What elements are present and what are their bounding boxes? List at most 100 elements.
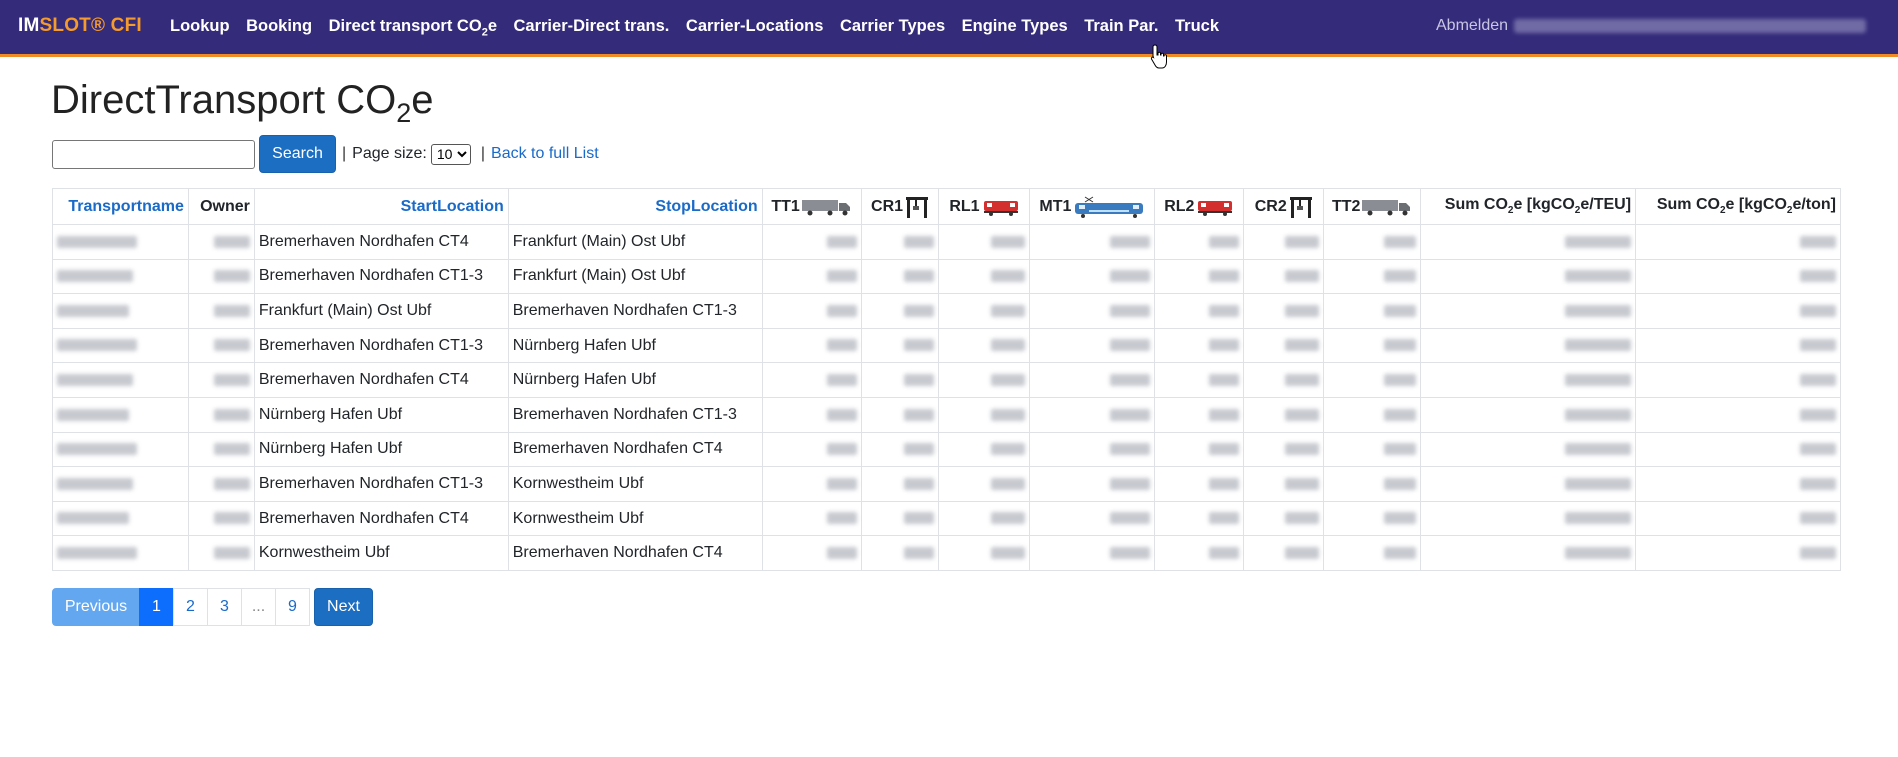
cell-rl2 — [1154, 293, 1245, 329]
cell-stop-location: Frankfurt (Main) Ost Ubf — [507, 224, 763, 260]
cell-sum-teu — [1420, 431, 1637, 468]
user-account-redacted[interactable] — [1514, 19, 1866, 33]
cell-owner — [187, 224, 255, 260]
redacted-value — [826, 373, 857, 386]
table-row[interactable]: Nürnberg Hafen Ubf Bremerhaven Nordhafen … — [52, 396, 1841, 433]
cell-transportname — [52, 293, 189, 329]
col-cr2: CR2 — [1243, 188, 1325, 225]
table-row[interactable]: Bremerhaven Nordhafen CT4 Nürnberg Hafen … — [52, 362, 1841, 398]
redacted-value — [213, 304, 250, 317]
table-row[interactable]: Kornwestheim Ubf Bremerhaven Nordhafen CT… — [52, 535, 1841, 571]
cell-rl1 — [938, 224, 1031, 260]
cell-cr2 — [1243, 500, 1325, 537]
page-3-button[interactable]: 3 — [207, 588, 242, 626]
cell-stop-location: Nürnberg Hafen Ubf — [507, 327, 763, 364]
redacted-value — [1565, 339, 1632, 352]
table-row[interactable]: Bremerhaven Nordhafen CT1-3 Nürnberg Hafe… — [52, 327, 1841, 364]
col-stop-location[interactable]: StopLocation — [507, 188, 763, 225]
nav-engine-types[interactable]: Engine Types — [962, 17, 1068, 38]
col-cr2-label: CR2 — [1254, 197, 1287, 215]
nav-direct-transport-co2e[interactable]: Direct transport CO2e — [329, 17, 497, 38]
search-button[interactable]: Search — [259, 135, 336, 173]
col-transportname[interactable]: Transportname — [52, 188, 189, 225]
cell-sum-teu — [1420, 535, 1637, 571]
col-start-location[interactable]: StartLocation — [253, 188, 509, 225]
logout-link[interactable]: Abmelden — [1436, 17, 1508, 35]
cell-rl2 — [1154, 327, 1245, 364]
cell-cr1 — [860, 258, 940, 295]
page-2-button[interactable]: 2 — [173, 588, 208, 626]
search-input[interactable] — [52, 139, 255, 169]
cell-rl2 — [1154, 224, 1245, 260]
redacted-value — [1209, 443, 1240, 456]
table-row[interactable]: Bremerhaven Nordhafen CT4 Frankfurt (Main… — [52, 224, 1841, 260]
nav-carrier-locations[interactable]: Carrier-Locations — [686, 17, 824, 38]
redacted-value — [904, 443, 935, 456]
col-tt2-label: TT2 — [1331, 197, 1361, 215]
redacted-value — [904, 477, 935, 490]
redacted-value — [1285, 512, 1320, 525]
cell-cr1 — [860, 431, 940, 468]
co2-transport-table: Transportname Owner StartLocation StopLo… — [52, 188, 1841, 571]
cell-tt2 — [1323, 293, 1422, 329]
cell-owner — [187, 466, 255, 502]
redacted-value — [1565, 373, 1632, 386]
page-title-sub: 2 — [396, 98, 412, 128]
cell-owner — [187, 327, 255, 364]
cell-mt1 — [1029, 362, 1156, 398]
nav-booking[interactable]: Booking — [246, 17, 312, 38]
redacted-value — [1565, 512, 1632, 525]
redacted-value — [826, 304, 857, 317]
page-size-select[interactable]: 10 — [430, 143, 471, 165]
redacted-value — [826, 408, 857, 421]
redacted-value — [1565, 304, 1632, 317]
nav-lookup[interactable]: Lookup — [170, 17, 230, 38]
back-to-full-list-link[interactable]: Back to full List — [491, 145, 599, 163]
cell-rl1 — [938, 293, 1031, 329]
locomotive-icon — [983, 200, 1018, 216]
cell-stop-location: Kornwestheim Ubf — [507, 500, 763, 537]
brand-logo[interactable]: IMSLOT® CFI — [18, 15, 142, 37]
nav-train-par[interactable]: Train Par. — [1084, 17, 1158, 38]
redacted-value — [1209, 477, 1240, 490]
cell-tt2 — [1323, 258, 1422, 295]
nav-menu: Lookup Booking Direct transport CO2e Car… — [170, 17, 1236, 38]
redacted-value — [57, 512, 129, 525]
table-row[interactable]: Bremerhaven Nordhafen CT4 Kornwestheim Ub… — [52, 500, 1841, 537]
cell-rl1 — [938, 327, 1031, 364]
brand-suffix: SLOT® CFI — [39, 15, 142, 36]
previous-page-button[interactable]: Previous — [52, 588, 140, 626]
nav-direct-transport-label: Direct transport CO — [328, 17, 482, 35]
col-tt1-label: TT1 — [771, 197, 800, 215]
redacted-value — [991, 477, 1026, 490]
table-row[interactable]: Nürnberg Hafen Ubf Bremerhaven Nordhafen … — [52, 431, 1841, 468]
table-row[interactable]: Frankfurt (Main) Ost Ubf Bremerhaven Nord… — [52, 293, 1841, 329]
cell-mt1 — [1029, 500, 1156, 537]
truck-icon — [1362, 199, 1411, 215]
cell-owner — [187, 535, 255, 571]
col-rl2-label: RL2 — [1164, 197, 1195, 215]
nav-carrier-direct-trans[interactable]: Carrier-Direct trans. — [514, 17, 670, 38]
table-row[interactable]: Bremerhaven Nordhafen CT1-3 Kornwestheim … — [52, 466, 1841, 502]
next-page-button[interactable]: Next — [314, 588, 373, 626]
redacted-value — [213, 235, 250, 248]
table-row[interactable]: Bremerhaven Nordhafen CT1-3 Frankfurt (Ma… — [52, 258, 1841, 295]
redacted-value — [904, 546, 935, 559]
cell-cr2 — [1243, 535, 1325, 571]
page-1-button[interactable]: 1 — [139, 588, 174, 626]
redacted-value — [213, 408, 250, 421]
redacted-value — [1800, 477, 1836, 490]
redacted-value — [1800, 304, 1836, 317]
redacted-value — [1110, 339, 1151, 352]
redacted-value — [57, 339, 137, 352]
nav-carrier-types[interactable]: Carrier Types — [840, 17, 945, 38]
redacted-value — [1110, 477, 1151, 490]
redacted-value — [1209, 339, 1240, 352]
cell-stop-location: Bremerhaven Nordhafen CT1-3 — [507, 396, 763, 433]
cell-start-location: Bremerhaven Nordhafen CT1-3 — [253, 258, 509, 295]
page-9-button[interactable]: 9 — [275, 588, 310, 626]
cell-cr2 — [1243, 293, 1325, 329]
nav-truck[interactable]: Truck — [1175, 17, 1219, 38]
cell-sum-ton — [1635, 431, 1841, 468]
cell-transportname — [52, 535, 189, 571]
